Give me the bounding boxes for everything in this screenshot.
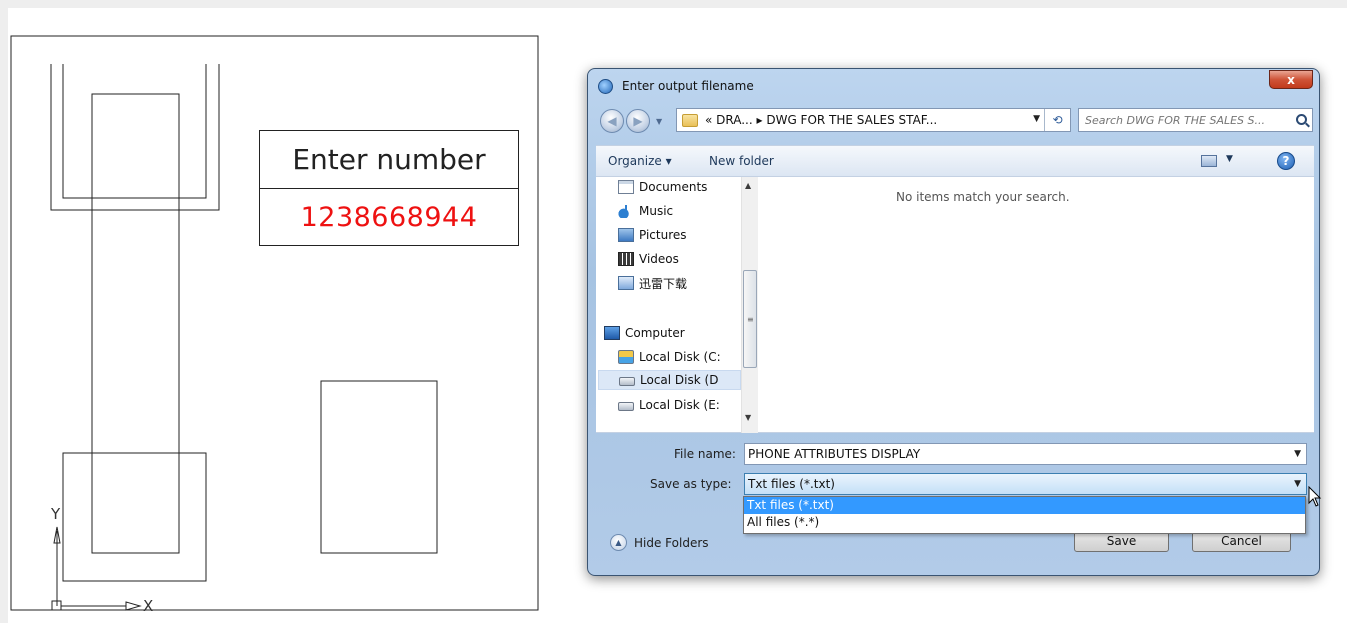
file-name-label: File name: xyxy=(674,447,736,461)
music-icon xyxy=(618,204,634,218)
scroll-down-icon[interactable]: ▼ xyxy=(745,413,751,422)
chevron-down-icon[interactable]: ▼ xyxy=(1294,449,1301,459)
nav-item-label: 迅雷下载 xyxy=(639,276,688,291)
nav-item-xunlei[interactable]: 迅雷下载 xyxy=(618,273,687,293)
dialog-title: Enter output filename xyxy=(622,79,754,93)
nav-item-local-disk-c[interactable]: Local Disk (C: xyxy=(618,347,721,367)
small-rectangle xyxy=(320,380,438,554)
refresh-icon[interactable]: ⟲ xyxy=(1044,109,1070,131)
address-bar[interactable]: « DRA... ▸ DWG FOR THE SALES STAF... ▼ ⟲ xyxy=(676,108,1071,132)
local-disk-icon xyxy=(619,377,635,386)
folder-icon xyxy=(682,114,698,127)
nav-item-label: Local Disk (C: xyxy=(639,350,721,364)
nav-item-label: Videos xyxy=(639,252,679,266)
local-disk-icon xyxy=(618,402,634,411)
inner-bracket-shape xyxy=(62,64,207,199)
address-dropdown-icon[interactable]: ▼ xyxy=(1033,114,1040,124)
computer-icon xyxy=(604,326,620,340)
x-axis-arrow xyxy=(125,601,142,611)
nav-item-local-disk-e[interactable]: Local Disk (E: xyxy=(618,395,720,415)
outer-bracket-shape xyxy=(50,64,220,211)
content-panel: Documents Music Pictures Videos 迅雷下载 Com… xyxy=(596,177,1314,433)
chevron-up-icon: ▲ xyxy=(610,534,627,551)
scroll-thumb[interactable]: ≡ xyxy=(743,270,757,368)
pictures-icon xyxy=(618,228,634,242)
save-as-type-select[interactable]: Txt files (*.txt) ▼ xyxy=(744,473,1307,495)
chevron-down-icon[interactable]: ▼ xyxy=(1294,479,1301,489)
file-name-input[interactable]: PHONE ATTRIBUTES DISPLAY ▼ xyxy=(744,443,1307,465)
attribute-value: 1238668944 xyxy=(300,202,478,233)
app-icon xyxy=(598,79,613,94)
drawing-border xyxy=(10,35,539,611)
x-axis-label: X xyxy=(143,597,154,615)
change-view-icon[interactable] xyxy=(1201,155,1217,167)
attribute-table: Enter number 1238668944 xyxy=(259,130,519,246)
nav-item-label: Local Disk (E: xyxy=(639,398,720,412)
search-box[interactable] xyxy=(1078,108,1313,132)
search-icon[interactable] xyxy=(1296,114,1307,125)
nav-item-computer[interactable]: Computer xyxy=(604,323,685,343)
save-as-type-value: Txt files (*.txt) xyxy=(748,477,835,491)
breadcrumb[interactable]: « DRA... ▸ DWG FOR THE SALES STAF... xyxy=(705,113,937,127)
close-button[interactable]: x xyxy=(1269,70,1313,89)
scroll-up-icon[interactable]: ▲ xyxy=(745,181,751,190)
save-as-type-label: Save as type: xyxy=(650,477,732,491)
hide-folders-button[interactable]: ▲ Hide Folders xyxy=(610,534,709,551)
nav-item-label: Local Disk (D xyxy=(640,373,719,387)
view-options-dropdown-icon[interactable]: ▼ xyxy=(1226,154,1233,164)
empty-results-message: No items match your search. xyxy=(896,190,1070,204)
type-option-all[interactable]: All files (*.*) xyxy=(744,514,1305,531)
file-name-value: PHONE ATTRIBUTES DISPLAY xyxy=(748,447,921,461)
navigation-pane: Documents Music Pictures Videos 迅雷下载 Com… xyxy=(596,177,758,433)
local-disk-c-icon xyxy=(618,350,634,364)
nav-item-local-disk-d[interactable]: Local Disk (D xyxy=(598,370,741,390)
videos-icon xyxy=(618,252,634,266)
organize-menu[interactable]: Organize ▾ xyxy=(608,154,672,168)
base-rectangle xyxy=(62,452,207,582)
recent-pages-dropdown-icon[interactable]: ▼ xyxy=(656,117,662,126)
nav-item-label: Computer xyxy=(625,326,685,340)
nav-item-videos[interactable]: Videos xyxy=(618,249,679,269)
back-arrow-icon: ◀ xyxy=(607,114,617,128)
nav-scrollbar[interactable]: ▲ ≡ ▼ xyxy=(741,177,758,433)
command-bar: Organize ▾ New folder ▼ ? xyxy=(596,145,1314,177)
forward-button[interactable]: ▶ xyxy=(626,109,650,133)
back-button[interactable]: ◀ xyxy=(600,109,624,133)
help-icon[interactable]: ? xyxy=(1277,152,1295,170)
attribute-header: Enter number xyxy=(260,131,518,189)
hide-folders-label: Hide Folders xyxy=(634,535,709,550)
documents-icon xyxy=(618,180,634,194)
long-rectangle xyxy=(91,93,180,554)
forward-arrow-icon: ▶ xyxy=(633,114,643,128)
search-input[interactable] xyxy=(1085,112,1285,128)
nav-item-documents[interactable]: Documents xyxy=(618,177,707,197)
type-dropdown-list[interactable]: Txt files (*.txt) All files (*.*) xyxy=(743,496,1306,534)
y-axis-label: Y xyxy=(51,505,61,523)
dialog-titlebar[interactable]: Enter output filename x xyxy=(588,69,1319,101)
type-option-txt[interactable]: Txt files (*.txt) xyxy=(744,497,1305,514)
close-icon: x xyxy=(1287,72,1295,87)
navigation-bar: ◀ ▶ ▼ « DRA... ▸ DWG FOR THE SALES STAF.… xyxy=(596,105,1314,135)
new-folder-button[interactable]: New folder xyxy=(709,154,774,168)
nav-item-label: Music xyxy=(639,204,674,218)
grip-icon: ≡ xyxy=(747,315,754,324)
nav-item-label: Pictures xyxy=(639,228,687,242)
folder-icon xyxy=(618,276,634,290)
nav-item-label: Documents xyxy=(639,180,708,194)
nav-item-music[interactable]: Music xyxy=(618,201,673,221)
mouse-cursor-icon xyxy=(1308,486,1322,507)
nav-item-pictures[interactable]: Pictures xyxy=(618,225,687,245)
